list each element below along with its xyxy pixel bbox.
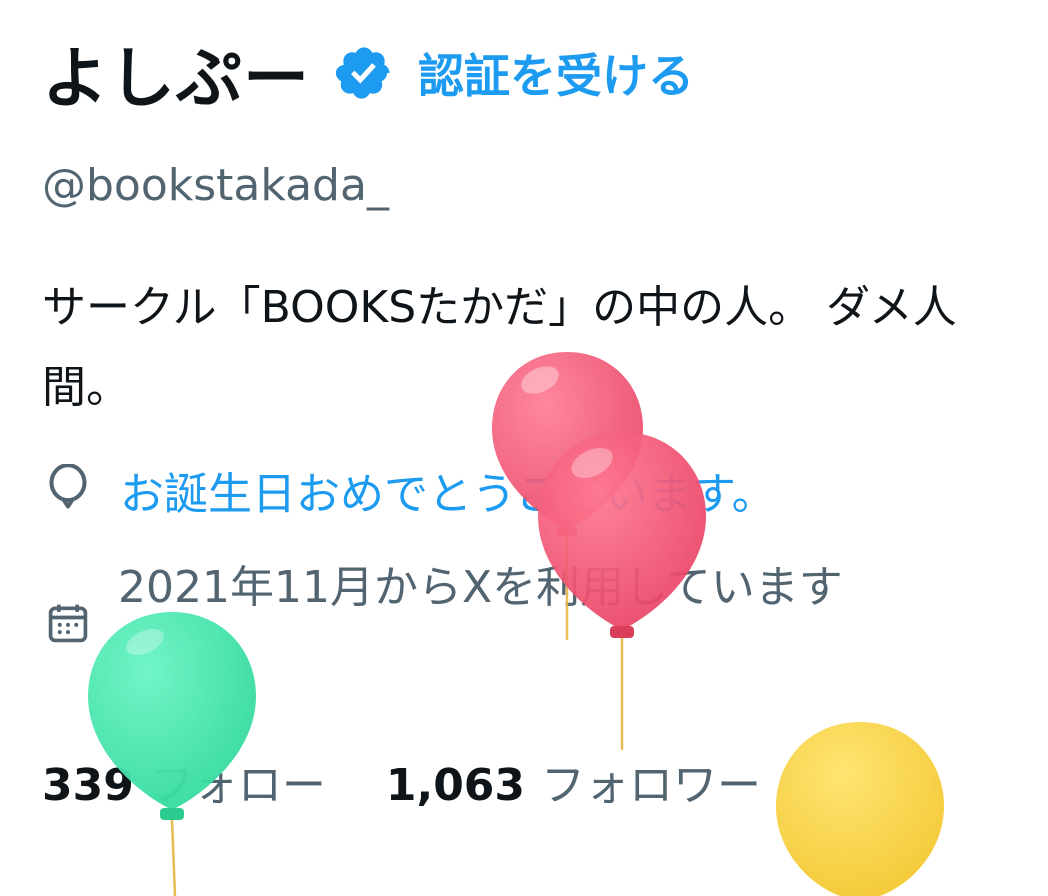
balloon-icon <box>49 464 87 509</box>
following-label: フォロー <box>149 760 326 811</box>
display-name: よしぷー <box>42 40 310 117</box>
follow-stats: 339 フォロー 1,063 フォロワー <box>42 746 761 816</box>
birthday-row: お誕生日おめでとうございます。 <box>46 458 776 522</box>
joined-date: 2021年11月からXを利用しています <box>118 562 843 613</box>
yellow-balloon <box>776 722 944 896</box>
birthday-message: お誕生日おめでとうございます。 <box>120 469 776 520</box>
user-handle: @bookstakada_ <box>42 160 389 211</box>
following-count: 339 <box>42 760 134 811</box>
calendar-icon <box>48 604 88 643</box>
profile-name-row: よしぷー 認証を受ける <box>42 28 694 118</box>
followers-link[interactable]: 1,063 フォロワー <box>386 749 761 813</box>
verified-check-icon[interactable] <box>334 43 394 103</box>
followers-count: 1,063 <box>385 760 526 811</box>
get-verified-link[interactable]: 認証を受ける <box>418 40 694 106</box>
followers-label: フォロワー <box>541 760 762 811</box>
joined-row: 2021年11月からXを利用しています <box>46 556 978 646</box>
profile-bio: サークル「BOOKSたかだ」の中の人。 ダメ人間。 <box>42 282 957 413</box>
following-link[interactable]: 339 フォロー <box>42 749 326 813</box>
